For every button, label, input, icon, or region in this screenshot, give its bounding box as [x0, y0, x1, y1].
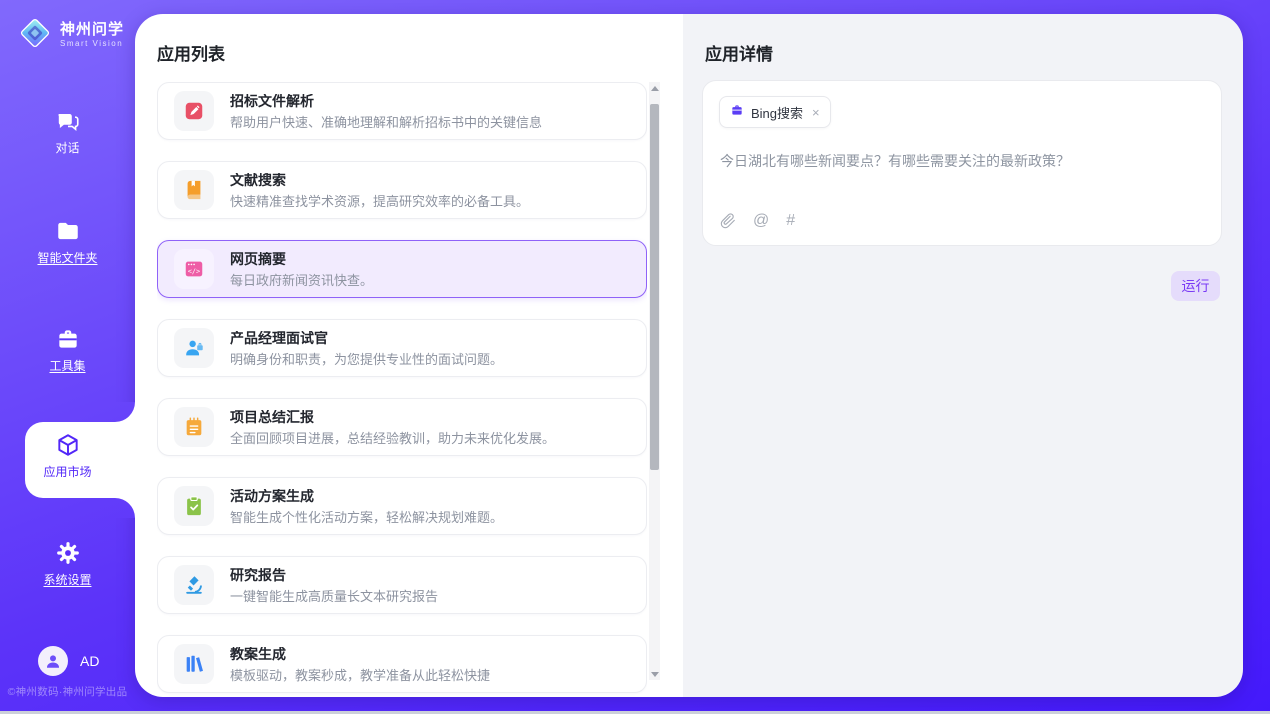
app-card-title: 网页摘要	[230, 252, 373, 266]
browser-code-icon: </>	[183, 258, 205, 280]
sidebar-item-label: 工具集	[49, 357, 85, 374]
triangle-up-icon	[651, 86, 659, 91]
app-icon-tile	[174, 486, 214, 526]
app-card-description: 帮助用户快速、准确地理解和解析招标书中的关键信息	[230, 116, 542, 129]
app-icon-tile	[174, 91, 214, 131]
user-row: AD	[0, 646, 135, 676]
app-card-title: 研究报告	[230, 568, 438, 582]
sidebar-item-3[interactable]: 工具集	[0, 326, 135, 390]
run-button[interactable]: 运行	[1171, 271, 1220, 301]
app-list: 招标文件解析帮助用户快速、准确地理解和解析招标书中的关键信息文献搜索快速精准查找…	[157, 82, 647, 697]
triangle-down-icon	[651, 672, 659, 677]
app-card-description: 每日政府新闻资讯快查。	[230, 274, 373, 287]
sidebar-item-4[interactable]: 应用市场	[0, 432, 135, 496]
app-card-title: 文献搜索	[230, 173, 529, 187]
app-card-4[interactable]: 产品经理面试官明确身份和职责，为您提供专业性的面试问题。	[157, 319, 647, 377]
app-icon-tile: </>	[174, 249, 214, 289]
app-detail-pane: 应用详情 Bing搜索 × 今日湖北有哪些新闻要点？有哪些需要关注的最新政策？	[683, 14, 1243, 697]
app-card-description: 智能生成个性化活动方案，轻松解决规划难题。	[230, 511, 503, 524]
microscope-icon	[183, 574, 205, 596]
app-card-3[interactable]: </> 网页摘要每日政府新闻资讯快查。	[157, 240, 647, 298]
sidebar-item-1[interactable]: 对话	[0, 108, 135, 172]
app-card-description: 明确身份和职责，为您提供专业性的面试问题。	[230, 353, 503, 366]
app-card-8[interactable]: 教案生成模板驱动，教案秒成，教学准备从此轻松快捷	[157, 635, 647, 693]
scroll-up-button[interactable]	[649, 82, 660, 94]
cube-icon	[55, 432, 81, 458]
app-card-1[interactable]: 招标文件解析帮助用户快速、准确地理解和解析招标书中的关键信息	[157, 82, 647, 140]
app-icon-tile	[174, 407, 214, 447]
pen-square-icon	[183, 100, 205, 122]
brand-name: 神州问学	[60, 22, 124, 38]
briefcase-icon	[730, 103, 744, 122]
app-icon-tile	[174, 565, 214, 605]
app-card-title: 活动方案生成	[230, 489, 503, 503]
composer-toolbar: @ #	[720, 213, 795, 229]
main-content: 应用列表 招标文件解析帮助用户快速、准确地理解和解析招标书中的关键信息文献搜索快…	[135, 14, 1243, 697]
sidebar-item-label: 智能文件夹	[37, 249, 97, 266]
sidebar-item-label: 系统设置	[43, 571, 91, 588]
app-card-5[interactable]: 项目总结汇报全面回顾项目进展，总结经验教训，助力未来优化发展。	[157, 398, 647, 456]
app-card-6[interactable]: 活动方案生成智能生成个性化活动方案，轻松解决规划难题。	[157, 477, 647, 535]
app-list-title: 应用列表	[157, 40, 225, 65]
composer-card: Bing搜索 × 今日湖北有哪些新闻要点？有哪些需要关注的最新政策？ @ #	[702, 80, 1222, 246]
app-icon-tile	[174, 170, 214, 210]
app-card-title: 教案生成	[230, 647, 490, 661]
scrollbar-thumb[interactable]	[650, 104, 659, 470]
app-card-description: 全面回顾项目进展，总结经验教训，助力未来优化发展。	[230, 432, 555, 445]
sidebar-item-2[interactable]: 智能文件夹	[0, 218, 135, 282]
active-tab-curve-top	[115, 402, 135, 422]
brand-subtitle: Smart Vision	[60, 40, 124, 48]
app-card-description: 一键智能生成高质量长文本研究报告	[230, 590, 438, 603]
app-card-description: 快速精准查找学术资源，提高研究效率的必备工具。	[230, 195, 529, 208]
sidebar-footer: ©神州数码·神州问学出品	[0, 684, 135, 699]
at-icon[interactable]: @	[753, 213, 769, 229]
chat-icon	[55, 108, 81, 134]
notepad-icon	[183, 416, 205, 438]
app-icon-tile	[174, 644, 214, 684]
sidebar-item-label: 应用市场	[43, 463, 91, 480]
sidebar-item-label: 对话	[55, 139, 79, 156]
gear-icon	[55, 540, 81, 566]
app-card-title: 招标文件解析	[230, 94, 542, 108]
scroll-down-button[interactable]	[649, 668, 660, 680]
app-window: 神州问学 Smart Vision 对话智能文件夹工具集应用市场系统设置 AD …	[0, 0, 1270, 714]
app-detail-title: 应用详情	[705, 40, 773, 65]
brand: 神州问学 Smart Vision	[18, 16, 124, 55]
svg-text:</>: </>	[188, 267, 200, 275]
tool-chip-label: Bing搜索	[751, 103, 803, 122]
books-icon	[183, 653, 205, 675]
close-icon[interactable]: ×	[812, 106, 820, 119]
app-card-title: 项目总结汇报	[230, 410, 555, 424]
active-tab-curve-bottom	[115, 498, 135, 518]
toolbox-icon	[55, 326, 81, 352]
diamond-logo-icon	[18, 16, 52, 55]
hash-icon[interactable]: #	[786, 213, 795, 229]
sidebar-item-5[interactable]: 系统设置	[0, 540, 135, 604]
query-input[interactable]: 今日湖北有哪些新闻要点？有哪些需要关注的最新政策？	[720, 151, 1205, 171]
folder-icon	[55, 218, 81, 244]
app-card-description: 模板驱动，教案秒成，教学准备从此轻松快捷	[230, 669, 490, 682]
app-card-2[interactable]: 文献搜索快速精准查找学术资源，提高研究效率的必备工具。	[157, 161, 647, 219]
clipboard-check-icon	[183, 495, 205, 517]
interviewer-icon	[183, 337, 205, 359]
scrollbar-track[interactable]	[649, 82, 660, 680]
paperclip-icon[interactable]	[720, 213, 736, 229]
app-card-7[interactable]: 研究报告一键智能生成高质量长文本研究报告	[157, 556, 647, 614]
user-name: AD	[80, 653, 99, 669]
sidebar: 神州问学 Smart Vision 对话智能文件夹工具集应用市场系统设置 AD …	[0, 0, 135, 714]
app-list-pane: 应用列表 招标文件解析帮助用户快速、准确地理解和解析招标书中的关键信息文献搜索快…	[135, 14, 683, 697]
book-icon	[183, 179, 205, 201]
avatar[interactable]	[38, 646, 68, 676]
app-card-title: 产品经理面试官	[230, 331, 503, 345]
app-icon-tile	[174, 328, 214, 368]
tool-chip-bing-search[interactable]: Bing搜索 ×	[719, 96, 831, 128]
